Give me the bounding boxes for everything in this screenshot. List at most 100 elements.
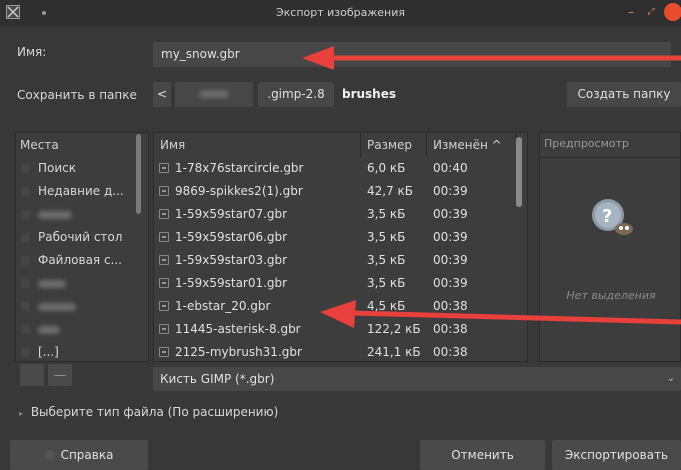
- save-in-folder-label: Сохранить в папке: [17, 88, 137, 102]
- expander-arrow-icon: ▸: [19, 409, 24, 418]
- file-name: 1-ebstar_20.gbr: [175, 299, 271, 313]
- places-panel: Места Поиск Недавние д... Рабочий стол Ф…: [15, 132, 149, 362]
- window-title: Экспорт изображения: [275, 6, 406, 19]
- file-list-scrollbar[interactable]: [516, 137, 522, 207]
- drive-icon: [21, 302, 30, 311]
- filetype-expander[interactable]: ▸ Выберите тип файла (По расширению): [19, 405, 278, 419]
- redacted-text: [38, 326, 60, 334]
- redacted-text: [38, 280, 66, 288]
- svg-text:?: ?: [602, 206, 612, 227]
- file-name: 9869-spikkes2(1).gbr: [175, 184, 303, 198]
- file-icon: [159, 278, 169, 288]
- add-place-button[interactable]: [20, 364, 44, 386]
- place-redacted[interactable]: [16, 295, 140, 318]
- column-modified[interactable]: Изменён ^: [427, 133, 517, 157]
- redacted-text: [38, 303, 76, 311]
- place-redacted[interactable]: [16, 318, 140, 341]
- file-icon: [159, 255, 169, 265]
- file-name: 1-78x76starcircle.gbr: [175, 161, 304, 175]
- close-icon[interactable]: [664, 3, 681, 21]
- place-label: Недавние д...: [38, 184, 124, 198]
- redacted-text: [199, 90, 229, 98]
- file-size: 3,5 кБ: [367, 230, 406, 244]
- place-label: [...]: [38, 345, 59, 359]
- place-desktop[interactable]: Рабочий стол: [16, 226, 140, 249]
- place-recent[interactable]: Недавние д...: [16, 180, 140, 203]
- file-name: 1-59x59star01.gbr: [175, 276, 288, 290]
- drive-icon: [21, 325, 30, 334]
- place-redacted[interactable]: [16, 203, 140, 226]
- breadcrumb-gimp[interactable]: .gimp-2.8: [258, 82, 334, 107]
- file-modified: 00:39: [433, 276, 468, 290]
- file-size: 241,1 кБ: [367, 345, 421, 359]
- file-name: 11445-asterisk-8.gbr: [175, 322, 301, 336]
- file-row[interactable]: 1-59x59star01.gbr 3,5 кБ 00:39: [154, 272, 514, 295]
- help-button[interactable]: Справка: [10, 440, 148, 470]
- file-name: 2125-mybrush31.gbr: [175, 345, 302, 359]
- file-row[interactable]: 2125-mybrush31.gbr 241,1 кБ 00:38: [154, 341, 514, 361]
- drive-icon: [21, 348, 30, 357]
- maximize-icon[interactable]: ⤢: [644, 5, 658, 19]
- file-icon: [159, 232, 169, 242]
- place-filesystem[interactable]: Файловая с...: [16, 249, 140, 272]
- remove-place-button[interactable]: —: [48, 364, 72, 386]
- help-icon: [44, 450, 55, 460]
- breadcrumb-brushes[interactable]: brushes: [336, 82, 402, 107]
- place-label: Рабочий стол: [38, 230, 123, 244]
- create-folder-button[interactable]: Создать папку: [567, 82, 681, 107]
- file-row[interactable]: 1-59x59star07.gbr 3,5 кБ 00:39: [154, 203, 514, 226]
- place-partial[interactable]: [...]: [16, 341, 140, 361]
- file-filter-select[interactable]: Кисть GIMP (*.gbr) ⌄: [153, 367, 681, 391]
- drive-icon: [21, 279, 30, 288]
- column-size[interactable]: Размер: [361, 133, 427, 157]
- file-size: 42,7 кБ: [367, 184, 414, 198]
- place-label: Поиск: [38, 161, 77, 175]
- annotation-arrow-top: [302, 46, 681, 70]
- file-row[interactable]: 1-78x76starcircle.gbr 6,0 кБ 00:40: [154, 157, 514, 180]
- file-modified: 00:39: [433, 230, 468, 244]
- places-scrollbar[interactable]: [136, 134, 141, 214]
- breadcrumb-redacted[interactable]: [175, 82, 253, 107]
- file-modified: 00:39: [433, 207, 468, 221]
- file-icon: [159, 324, 169, 334]
- file-row[interactable]: 1-59x59star03.gbr 3,5 кБ 00:39: [154, 249, 514, 272]
- file-size: 3,5 кБ: [367, 207, 406, 221]
- export-button[interactable]: Экспортировать: [552, 440, 681, 470]
- file-row[interactable]: 1-59x59star06.gbr 3,5 кБ 00:39: [154, 226, 514, 249]
- file-size: 6,0 кБ: [367, 161, 406, 175]
- help-label: Справка: [60, 448, 114, 462]
- redacted-text: [38, 211, 72, 219]
- breadcrumb-back-button[interactable]: <: [153, 82, 171, 107]
- clock-icon: [21, 187, 30, 196]
- folder-icon: [21, 210, 30, 219]
- file-name: 1-59x59star06.gbr: [175, 230, 288, 244]
- file-modified: 00:39: [433, 184, 468, 198]
- place-redacted[interactable]: [16, 272, 140, 295]
- file-icon: [159, 209, 169, 219]
- file-size: 3,5 кБ: [367, 276, 406, 290]
- desktop-icon: [21, 233, 30, 242]
- file-icon: [159, 163, 169, 173]
- drive-icon: [21, 256, 30, 265]
- divider: [540, 157, 681, 158]
- place-label: Файловая с...: [38, 253, 122, 267]
- minimize-icon[interactable]: –: [624, 5, 638, 19]
- places-header[interactable]: Места: [16, 133, 148, 157]
- filetype-label: Выберите тип файла (По расширению): [30, 405, 279, 419]
- file-icon: [159, 186, 169, 196]
- file-row[interactable]: 9869-spikkes2(1).gbr 42,7 кБ 00:39: [154, 180, 514, 203]
- file-name: 1-59x59star07.gbr: [175, 207, 288, 221]
- file-icon: [159, 347, 169, 357]
- cancel-button[interactable]: Отменить: [420, 440, 545, 470]
- name-label: Имя:: [17, 45, 47, 59]
- file-modified: 00:39: [433, 253, 468, 267]
- search-icon: [21, 164, 30, 173]
- file-modified: 00:38: [433, 345, 468, 359]
- annotation-arrow-bottom: [320, 300, 681, 328]
- place-search[interactable]: Поиск: [16, 157, 140, 180]
- column-name[interactable]: Имя: [154, 133, 361, 157]
- file-modified: 00:40: [433, 161, 468, 175]
- gimp-question-icon: ?: [588, 195, 638, 242]
- file-icon: [159, 301, 169, 311]
- preview-title: Предпросмотр: [544, 137, 629, 150]
